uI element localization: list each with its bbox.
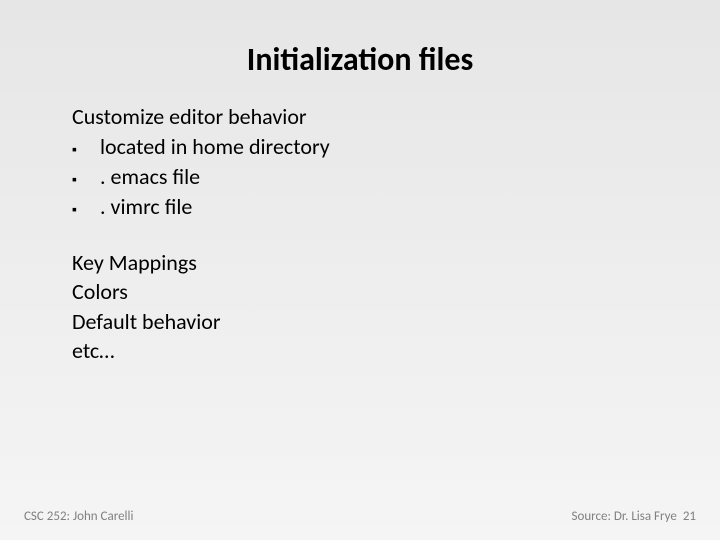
list-line: Key Mappings bbox=[72, 249, 660, 277]
bullet-text: located in home directory bbox=[100, 133, 660, 161]
bullet-item: ▪ . emacs file bbox=[72, 163, 660, 191]
intro-line: Customize editor behavior bbox=[72, 103, 660, 131]
bullet-text: . emacs file bbox=[100, 163, 660, 191]
footer-source: Source: Dr. Lisa Frye bbox=[572, 509, 677, 524]
slide-container: Initialization files Customize editor be… bbox=[0, 0, 720, 540]
slide-footer: CSC 252: John Carelli Source: Dr. Lisa F… bbox=[0, 509, 720, 524]
footer-left: CSC 252: John Carelli bbox=[24, 509, 134, 524]
page-number: 21 bbox=[683, 509, 696, 524]
bullet-icon: ▪ bbox=[72, 139, 100, 161]
list-line: etc… bbox=[72, 337, 660, 365]
slide-content: Customize editor behavior ▪ located in h… bbox=[60, 103, 660, 520]
bullet-item: ▪ located in home directory bbox=[72, 133, 660, 161]
block-customize: Customize editor behavior ▪ located in h… bbox=[72, 103, 660, 221]
list-line: Colors bbox=[72, 278, 660, 306]
slide-title: Initialization files bbox=[60, 40, 660, 79]
bullet-item: ▪ . vimrc file bbox=[72, 193, 660, 221]
bullet-icon: ▪ bbox=[72, 199, 100, 221]
bullet-text: . vimrc file bbox=[100, 193, 660, 221]
bullet-icon: ▪ bbox=[72, 169, 100, 191]
footer-right: Source: Dr. Lisa Frye 21 bbox=[572, 509, 696, 524]
block-list: Key Mappings Colors Default behavior etc… bbox=[72, 249, 660, 365]
list-line: Default behavior bbox=[72, 308, 660, 336]
